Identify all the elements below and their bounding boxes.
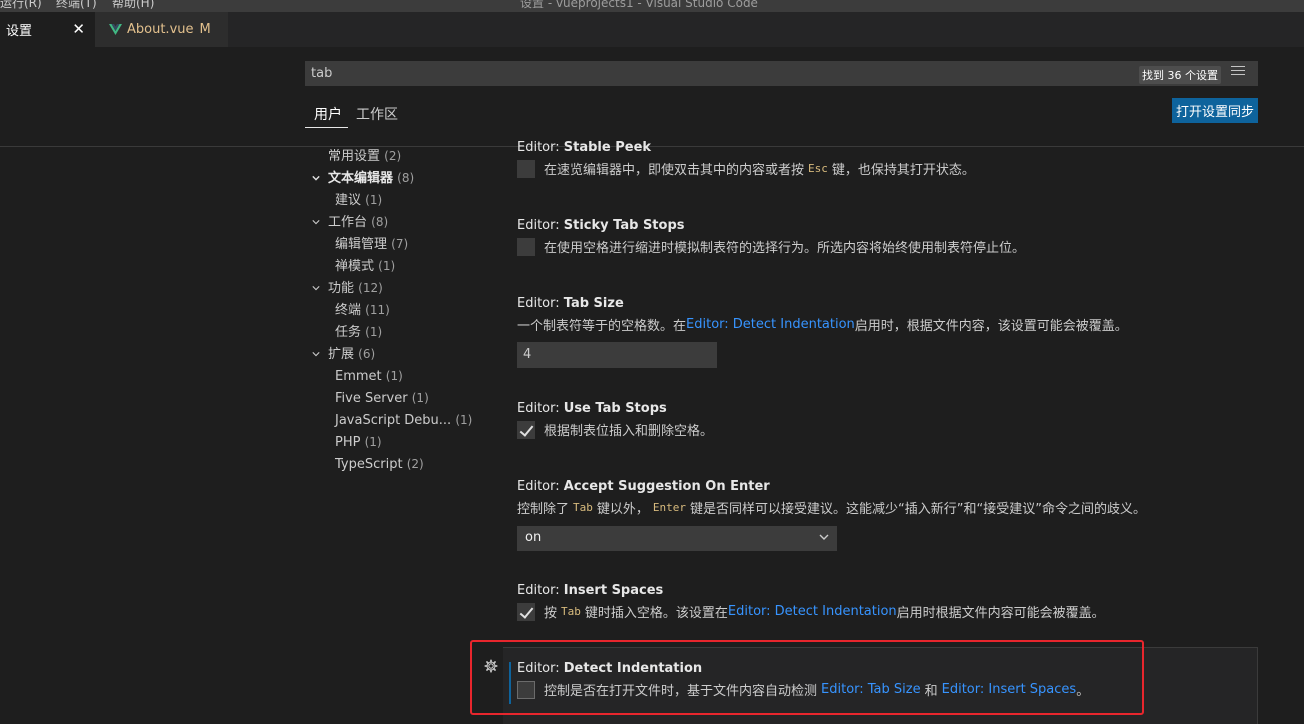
chevron-down-icon [819,534,829,540]
setting-description: 根据制表位插入和删除空格。 [517,420,713,439]
chevron-down-icon [312,175,320,181]
toc-item[interactable]: 建议 (1) [335,189,382,211]
setting-description: 控制除了 Tab 键以外， Enter 键是否同样可以接受建议。这能减少“插入新行”和“… [517,501,1146,517]
tab-user[interactable]: 用户 [314,104,342,124]
insert-spaces-checkbox[interactable] [517,602,535,621]
setting-description: 一个制表符等于的空格数。在 Editor: Detect Indentation 启… [517,317,1128,334]
menu-terminal[interactable]: 终端(T) [56,0,97,11]
vue-icon [109,24,122,35]
tab-label: About.vue [127,22,194,37]
use-tab-stops-checkbox[interactable] [517,420,535,439]
toc-item[interactable]: Five Server (1) [335,387,429,409]
tab-label: 设置 [6,24,33,39]
settings-list: Editor: Stable Peek 在速览编辑器中，即使双击其中的内容或者按… [503,140,1263,724]
toc-item[interactable]: 编辑管理 (7) [335,233,408,255]
chevron-down-icon [312,286,320,291]
filter-icon[interactable] [1231,66,1247,80]
highlight-box [470,640,1144,715]
setting-title: Editor: Tab Size [517,296,624,311]
menu-help[interactable]: 帮助(H) [112,0,154,11]
settings-sync-button[interactable]: 打开设置同步 [1172,98,1258,123]
detect-indentation-link[interactable]: Editor: Detect Indentation [686,317,855,332]
toc-item[interactable]: JavaScript Debu... (1) [335,409,472,431]
setting-title: Editor: Accept Suggestion On Enter [517,479,770,494]
active-tab-indicator [305,127,348,128]
result-count-badge: 找到 36 个设置 [1139,66,1221,84]
toc-item[interactable]: Emmet (1) [335,365,403,387]
toc-item[interactable]: 常用设置 (2) [328,145,401,167]
tab-about-vue[interactable]: About.vue M [95,12,228,47]
menu-run[interactable]: 运行(R) [0,0,42,11]
setting-description: 按 Tab 键时插入空格。该设置在 Editor: Detect Indentatio… [517,602,1105,621]
setting-insert-spaces: Editor: Insert Spaces 按 Tab 键时插入空格。该设置在 Edi… [517,583,1105,621]
title-bar: 运行(R) 终端(T) 帮助(H) 设置 - vueprojects1 - Vi… [0,0,1304,12]
accept-suggestion-dropdown[interactable]: on [517,526,837,551]
setting-title: Editor: Use Tab Stops [517,401,667,416]
toc-item[interactable]: TypeScript (2) [335,453,424,475]
toc-item[interactable]: 扩展 (6) [312,343,375,365]
modified-badge: M [199,22,211,37]
toc-item[interactable]: 终端 (11) [335,299,390,321]
close-icon[interactable]: ✕ [72,20,85,38]
stable-peek-checkbox[interactable] [517,159,535,178]
window-title: 设置 - vueprojects1 - Visual Studio Code [520,0,758,10]
chevron-down-icon [312,352,320,357]
setting-title: Editor: Sticky Tab Stops [517,218,685,233]
setting-title: Editor: Stable Peek [517,140,652,155]
setting-description: 在使用空格进行缩进时模拟制表符的选择行为。所选内容将始终使用制表符停止位。 [517,237,1025,256]
tab-settings[interactable]: 设置 ✕ [0,12,95,47]
setting-title: Editor: Insert Spaces [517,583,664,598]
toc-item[interactable]: 工作台 (8) [312,211,388,233]
toc-item[interactable]: 功能 (12) [312,277,383,299]
setting-accept-suggestion-on-enter: Editor: Accept Suggestion On Enter 控制除了 T… [517,479,1146,517]
toc-item[interactable]: PHP (1) [335,431,382,453]
toc-item[interactable]: 文本编辑器 (8) [312,167,414,189]
setting-stable-peek: Editor: Stable Peek 在速览编辑器中，即使双击其中的内容或者按… [517,140,975,178]
toc-item[interactable]: 禅模式 (1) [335,255,395,277]
detect-indentation-link[interactable]: Editor: Detect Indentation [728,604,897,619]
toc-item[interactable]: 任务 (1) [335,321,382,343]
setting-sticky-tab-stops: Editor: Sticky Tab Stops 在使用空格进行缩进时模拟制表符… [517,218,1025,256]
editor-tab-bar: 设置 ✕ About.vue M [0,12,1304,47]
setting-description: 在速览编辑器中，即使双击其中的内容或者按 Esc 键，也保持其打开状态。 [517,159,975,178]
dropdown-value: on [525,530,542,545]
tab-size-input[interactable]: 4 [517,342,717,368]
sticky-tab-stops-checkbox[interactable] [517,237,535,256]
setting-use-tab-stops: Editor: Use Tab Stops 根据制表位插入和删除空格。 [517,401,713,439]
chevron-down-icon [312,220,320,225]
tab-workspace[interactable]: 工作区 [356,104,398,124]
settings-search-input[interactable]: tab 找到 36 个设置 [305,61,1258,86]
setting-tab-size: Editor: Tab Size 一个制表符等于的空格数。在 Editor: De… [517,296,1128,334]
search-value: tab [311,66,333,81]
